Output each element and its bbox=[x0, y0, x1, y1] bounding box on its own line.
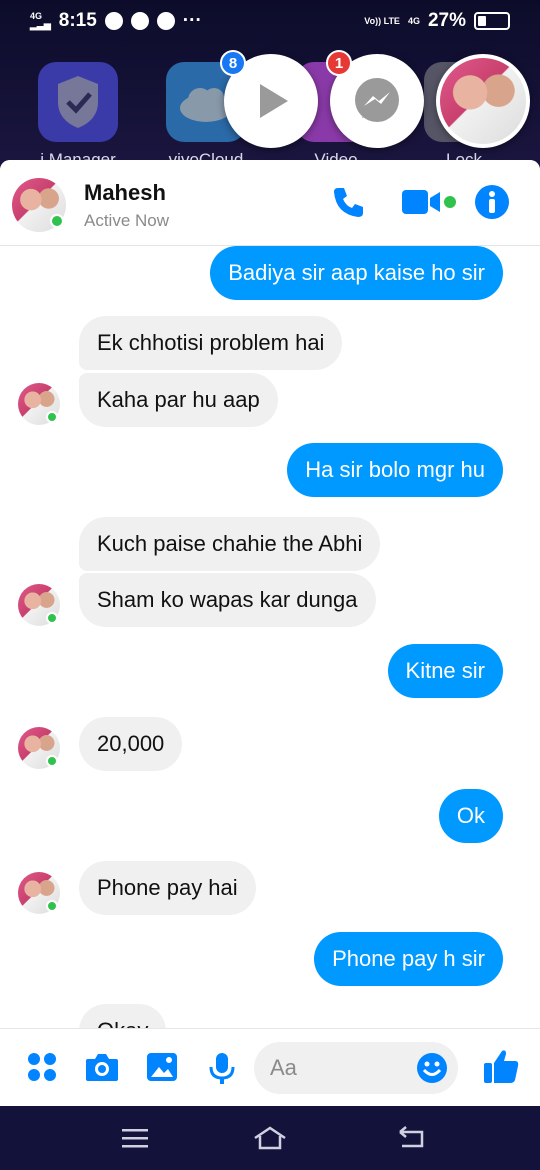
info-icon[interactable] bbox=[474, 184, 510, 220]
menu-icon[interactable] bbox=[120, 1124, 150, 1152]
message-composer bbox=[0, 1028, 540, 1106]
message-list[interactable]: Badiya sir aap kaise ho sir Ek chhotisi … bbox=[0, 246, 540, 1028]
home-icon[interactable] bbox=[252, 1124, 288, 1152]
chat-head-messenger[interactable]: 1 bbox=[326, 50, 424, 148]
messenger-notification-icon bbox=[156, 12, 175, 30]
online-indicator bbox=[46, 612, 58, 624]
app-i-manager[interactable] bbox=[38, 62, 118, 142]
network-type-icon: 4G bbox=[407, 15, 420, 26]
message-incoming[interactable]: Kaha par hu aap bbox=[79, 373, 278, 427]
signal-icon: 4G ▂▃▅ bbox=[30, 11, 51, 30]
message-incoming[interactable]: Okay bbox=[79, 1004, 167, 1028]
unread-badge: 1 bbox=[326, 50, 352, 76]
notification-icon bbox=[104, 12, 123, 30]
volte-icon: Vo)) LTE bbox=[364, 15, 400, 26]
back-icon[interactable] bbox=[396, 1124, 426, 1152]
phone-call-icon[interactable] bbox=[330, 184, 366, 220]
online-indicator bbox=[46, 900, 58, 912]
video-call-icon[interactable] bbox=[400, 184, 460, 220]
system-nav-bar bbox=[0, 1106, 540, 1170]
unread-badge: 8 bbox=[220, 50, 246, 76]
shield-icon bbox=[58, 76, 98, 128]
message-input-wrapper bbox=[254, 1042, 458, 1094]
status-bar: 4G ▂▃▅ 8:15 ··· Vo)) LTE 4G 27% bbox=[0, 0, 540, 42]
message-incoming[interactable]: Ek chhotisi problem hai bbox=[79, 316, 343, 370]
message-incoming[interactable]: Kuch paise chahie the Abhi bbox=[79, 517, 381, 571]
emoji-icon[interactable] bbox=[416, 1052, 448, 1084]
battery-percent: 27% bbox=[427, 10, 466, 31]
message-outgoing[interactable]: Ok bbox=[438, 789, 503, 843]
message-incoming[interactable]: Phone pay hai bbox=[79, 861, 256, 915]
message-outgoing[interactable]: Phone pay h sir bbox=[314, 932, 503, 986]
online-indicator bbox=[50, 214, 64, 228]
message-input[interactable] bbox=[270, 1054, 410, 1082]
mic-notification-icon bbox=[130, 12, 149, 30]
online-indicator bbox=[46, 755, 58, 767]
clock: 8:15 bbox=[58, 10, 97, 31]
avatar bbox=[440, 58, 526, 144]
message-incoming[interactable]: 20,000 bbox=[79, 717, 183, 771]
message-outgoing[interactable]: Badiya sir aap kaise ho sir bbox=[210, 246, 503, 300]
chat-window: Mahesh Active Now Badiya sir aap kaise h… bbox=[0, 160, 540, 1106]
message-outgoing[interactable]: Ha sir bolo mgr hu bbox=[287, 443, 503, 497]
microphone-icon[interactable] bbox=[208, 1051, 236, 1085]
battery-icon bbox=[474, 12, 510, 30]
contact-status: Active Now bbox=[84, 211, 170, 230]
online-indicator bbox=[46, 411, 58, 423]
chat-head-video[interactable]: 8 bbox=[220, 50, 318, 148]
chat-head-contact[interactable] bbox=[436, 54, 530, 148]
play-icon bbox=[260, 84, 288, 118]
chat-header: Mahesh Active Now bbox=[0, 160, 540, 246]
thumbs-up-icon[interactable] bbox=[482, 1047, 520, 1085]
more-notifications-icon: ··· bbox=[182, 10, 202, 31]
message-incoming[interactable]: Sham ko wapas kar dunga bbox=[79, 573, 376, 627]
messenger-icon bbox=[355, 78, 399, 122]
gallery-icon[interactable] bbox=[145, 1051, 179, 1083]
camera-icon[interactable] bbox=[84, 1051, 120, 1083]
contact-name[interactable]: Mahesh bbox=[84, 180, 166, 206]
message-outgoing[interactable]: Kitne sir bbox=[387, 644, 503, 698]
apps-grid-icon[interactable] bbox=[26, 1051, 58, 1083]
